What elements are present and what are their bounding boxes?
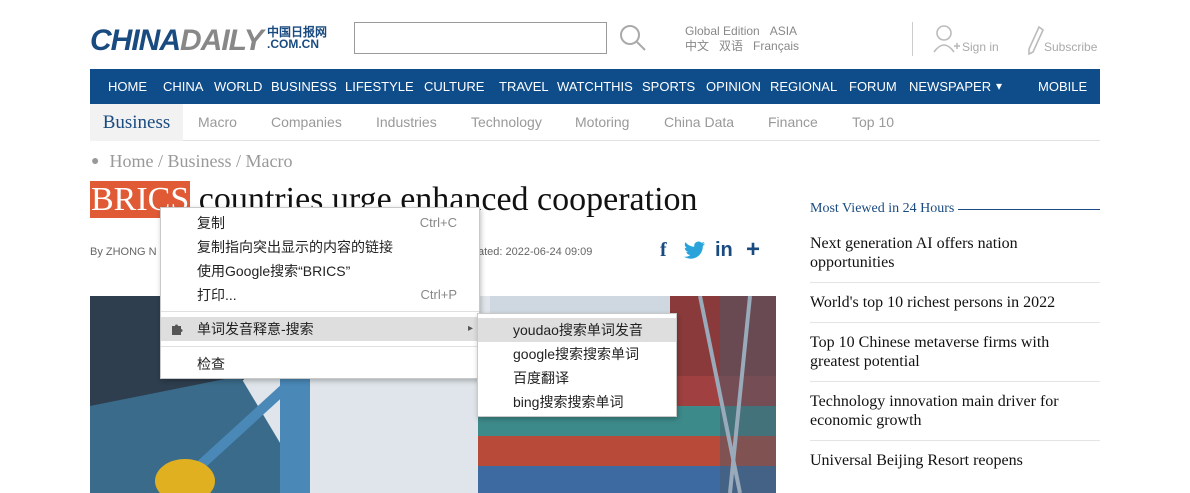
subnav-finance[interactable]: Finance: [768, 104, 818, 141]
facebook-icon[interactable]: f: [660, 238, 667, 262]
nav-forum[interactable]: FORUM: [849, 69, 897, 104]
nav-travel[interactable]: TRAVEL: [499, 69, 549, 104]
submenu-baidu[interactable]: 百度翻译: [478, 366, 676, 390]
ctx-google-search[interactable]: 使用Google搜索“BRICS”: [161, 259, 479, 283]
ctx-extension-submenu[interactable]: 单词发音释意-搜索 ▸: [161, 317, 479, 341]
article-updated: ated: 2022-06-24 09:09: [478, 246, 593, 258]
context-submenu: youdao搜索单词发音 google搜索搜索单词 百度翻译 bing搜索搜索单…: [477, 313, 677, 417]
article-byline: By ZHONG N: [90, 246, 157, 258]
twitter-icon[interactable]: [684, 241, 706, 259]
ctx-extension-label: 单词发音释意-搜索: [197, 321, 314, 337]
submenu-youdao[interactable]: youdao搜索单词发音: [478, 318, 676, 342]
ctx-copy-link-label: 复制指向突出显示的内容的链接: [197, 239, 393, 255]
site-logo[interactable]: CHINADAILY 中国日报网 .COM.CN: [90, 24, 327, 57]
subnav-motoring[interactable]: Motoring: [575, 104, 629, 141]
bullet-icon: ●: [91, 154, 100, 169]
ctx-separator: [161, 311, 479, 312]
nav-sports[interactable]: SPORTS: [642, 69, 695, 104]
most-viewed-item[interactable]: Universal Beijing Resort reopens: [810, 451, 1100, 470]
logo-china-text: CHINA: [90, 24, 181, 57]
section-title[interactable]: Business: [90, 104, 183, 141]
ctx-copy-shortcut: Ctrl+C: [419, 215, 457, 230]
search-icon[interactable]: [618, 23, 648, 53]
search-input[interactable]: [354, 22, 607, 54]
nav-opinion[interactable]: OPINION: [706, 69, 761, 104]
divider: [810, 282, 1100, 283]
nav-watchthis[interactable]: WATCHTHIS: [557, 69, 633, 104]
chevron-down-icon[interactable]: ▾: [996, 69, 1002, 104]
signin-label: Sign in: [962, 40, 999, 54]
logo-domain-text: .COM.CN: [267, 37, 319, 51]
most-viewed-item[interactable]: Top 10 Chinese metaverse firms with grea…: [810, 333, 1100, 371]
submenu-google[interactable]: google搜索搜索单词: [478, 342, 676, 366]
divider: [810, 440, 1100, 441]
breadcrumb-text[interactable]: Home / Business / Macro: [109, 151, 292, 171]
subscribe-label: Subscribe: [1044, 40, 1098, 54]
plus-icon[interactable]: +: [746, 238, 760, 262]
ctx-print[interactable]: 打印... Ctrl+P: [161, 283, 479, 307]
most-viewed-rule: [958, 209, 1100, 210]
section-subnav: Business Macro Companies Industries Tech…: [90, 104, 1100, 141]
ctx-google-search-label: 使用Google搜索“BRICS”: [197, 263, 351, 279]
nav-lifestyle[interactable]: LIFESTYLE: [345, 69, 414, 104]
ctx-inspect-label: 检查: [197, 356, 225, 372]
subnav-top10[interactable]: Top 10: [852, 104, 894, 141]
subnav-macro[interactable]: Macro: [198, 104, 237, 141]
nav-china[interactable]: CHINA: [163, 69, 203, 104]
signin-button[interactable]: Sign in: [932, 24, 1007, 56]
nav-mobile[interactable]: MOBILE: [1038, 69, 1087, 104]
nav-world[interactable]: WORLD: [214, 69, 262, 104]
context-menu: 复制 Ctrl+C 复制指向突出显示的内容的链接 使用Google搜索“BRIC…: [160, 207, 480, 379]
divider: [810, 381, 1100, 382]
linkedin-icon[interactable]: in: [715, 238, 733, 262]
lang-fr-link[interactable]: Français: [753, 39, 799, 53]
nav-home[interactable]: HOME: [108, 69, 147, 104]
pen-icon: [1028, 25, 1044, 56]
ctx-copy[interactable]: 复制 Ctrl+C: [161, 211, 479, 235]
most-viewed-item[interactable]: Next generation AI offers nation opportu…: [810, 234, 1100, 272]
user-icon: [933, 25, 960, 53]
submenu-bing[interactable]: bing搜索搜索单词: [478, 390, 676, 414]
ctx-copy-link[interactable]: 复制指向突出显示的内容的链接: [161, 235, 479, 259]
breadcrumb: ● Home / Business / Macro: [91, 151, 292, 172]
puzzle-icon: [172, 324, 183, 335]
ctx-inspect[interactable]: 检查: [161, 352, 479, 376]
ctx-copy-label: 复制: [197, 215, 225, 231]
lang-zh-link[interactable]: 中文: [685, 39, 709, 53]
subnav-companies[interactable]: Companies: [271, 104, 342, 141]
nav-regional[interactable]: REGIONAL: [770, 69, 837, 104]
subnav-industries[interactable]: Industries: [376, 104, 437, 141]
ctx-print-shortcut: Ctrl+P: [420, 287, 457, 302]
edition-selector: Global Edition ASIA 中文 双语 Français: [685, 24, 809, 54]
ctx-separator: [161, 346, 479, 347]
main-nav: HOME CHINA WORLD BUSINESS LIFESTYLE CULT…: [90, 69, 1100, 104]
subnav-technology[interactable]: Technology: [471, 104, 542, 141]
most-viewed-item[interactable]: Technology innovation main driver for ec…: [810, 392, 1100, 430]
most-viewed-item[interactable]: World's top 10 richest persons in 2022: [810, 293, 1100, 312]
header-divider: [912, 22, 913, 56]
most-viewed-title: Most Viewed in 24 Hours: [810, 201, 955, 216]
divider: [810, 322, 1100, 323]
subscribe-button[interactable]: Subscribe: [1027, 24, 1102, 56]
lang-bilingual-link[interactable]: 双语: [719, 39, 743, 53]
nav-newspaper[interactable]: NEWSPAPER: [909, 69, 991, 104]
nav-business[interactable]: BUSINESS: [271, 69, 337, 104]
chevron-right-icon: ▸: [467, 323, 473, 334]
logo-daily-text: DAILY: [180, 24, 264, 57]
ctx-print-label: 打印...: [197, 287, 237, 303]
subnav-china-data[interactable]: China Data: [664, 104, 734, 141]
edition-asia-link[interactable]: ASIA: [770, 24, 797, 38]
edition-label: Global Edition: [685, 24, 760, 38]
nav-culture[interactable]: CULTURE: [424, 69, 484, 104]
